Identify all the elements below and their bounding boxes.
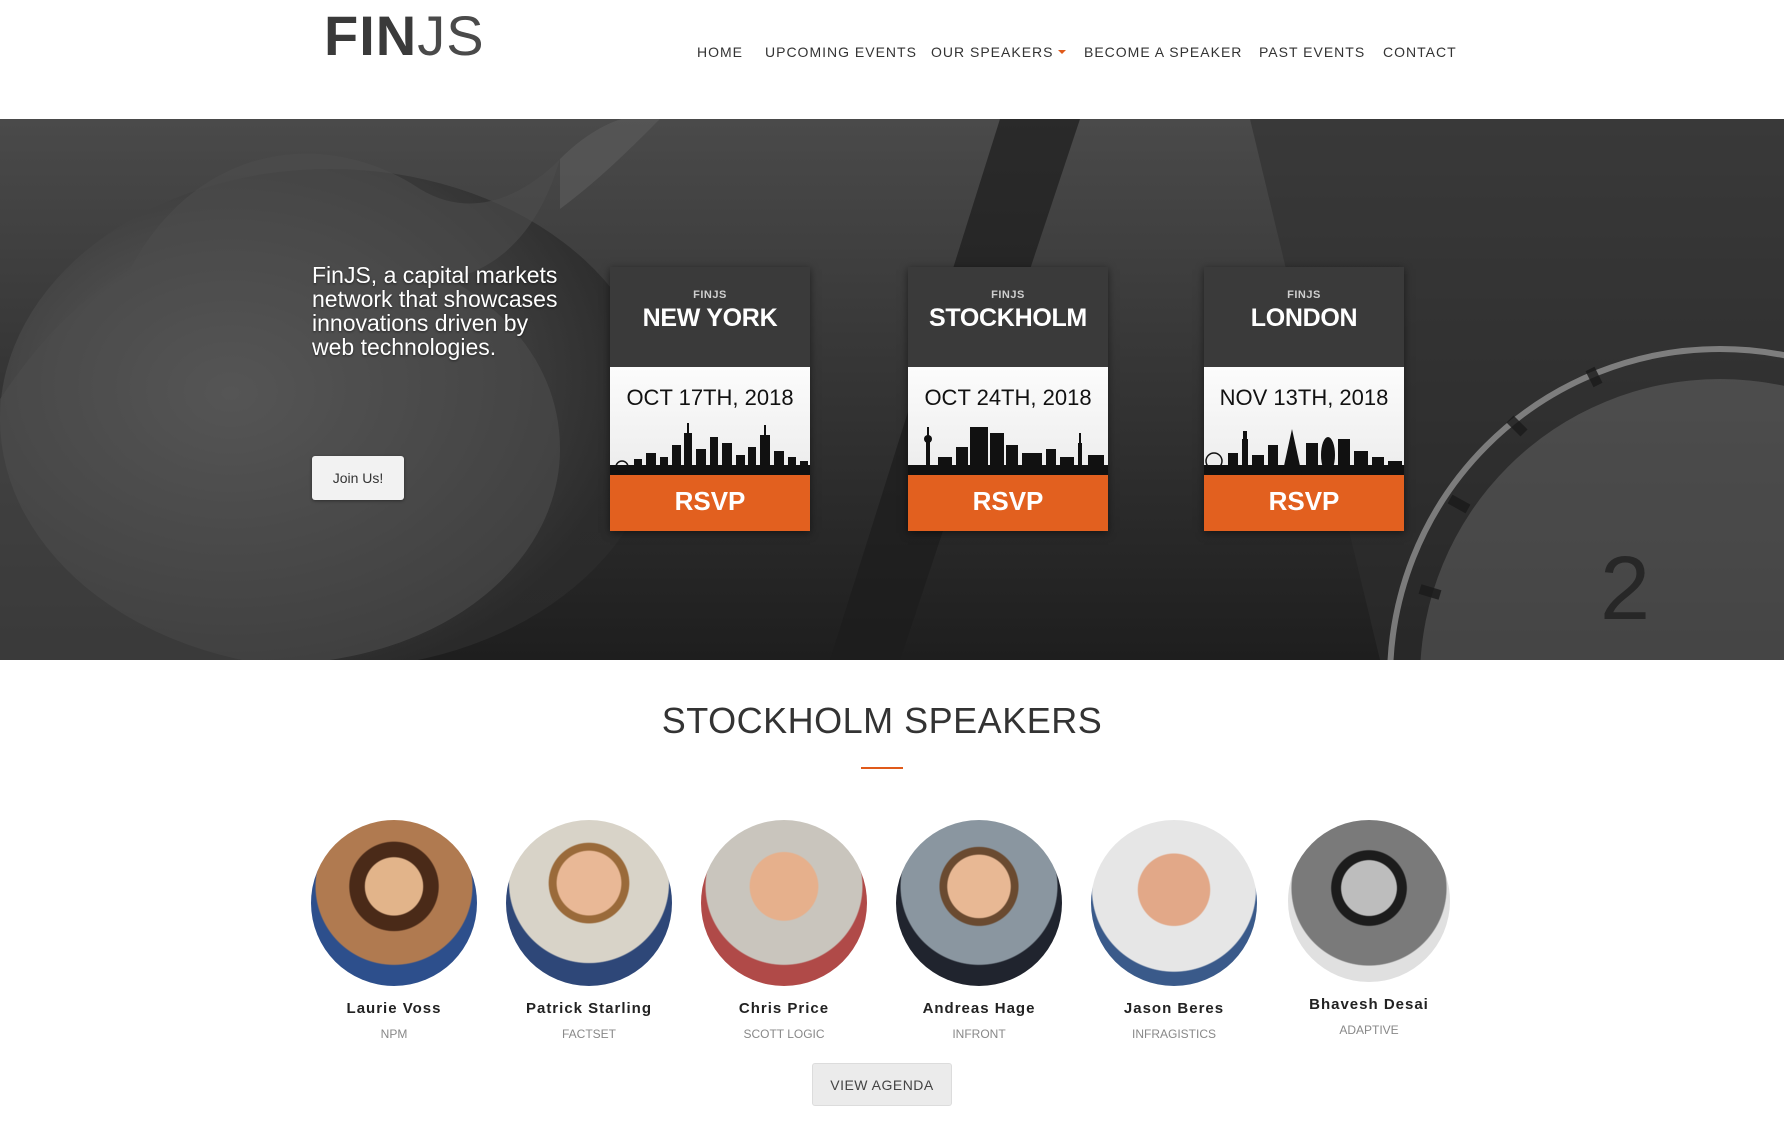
avatar [1091,820,1257,986]
london-skyline-icon [1204,429,1404,475]
nav-our-speakers-label: OUR SPEAKERS [931,44,1054,60]
speaker-name: Jason Beres [1123,1000,1225,1017]
speaker-name: Patrick Starling [525,1000,653,1017]
view-agenda-button[interactable]: VIEW AGENDA [812,1063,952,1106]
event-card-header: FINJS LONDON [1204,267,1404,367]
speaker-company: INFRAGISTICS [1131,1027,1216,1041]
section-title: STOCKHOLM SPEAKERS [661,700,1103,741]
speaker-name: Laurie Voss [346,1000,442,1017]
speaker-name: Chris Price [738,1000,830,1017]
event-brand: FINJS [693,289,727,301]
event-city: NEW YORK [642,304,778,332]
event-card-body: NOV 13TH, 2018 [1204,367,1404,475]
speaker-company: INFRONT [952,1027,1006,1041]
rsvp-button[interactable]: RSVP [610,475,810,531]
nav-home[interactable]: HOME [697,44,743,60]
event-card-body: OCT 24TH, 2018 [908,367,1108,475]
speaker-name: Andreas Hage [922,1000,1036,1017]
event-brand: FINJS [1287,289,1321,301]
speaker-company: NPM [380,1027,408,1041]
site-header: FINJS HOME UPCOMING EVENTS OUR SPEAKERS … [0,0,1784,119]
avatar [506,820,672,986]
event-card-body: OCT 17TH, 2018 [610,367,810,475]
rsvp-button[interactable]: RSVP [1204,475,1404,531]
event-date: OCT 24TH, 2018 [924,385,1092,410]
main-nav: HOME UPCOMING EVENTS OUR SPEAKERS BECOME… [0,44,1784,64]
nav-our-speakers[interactable]: OUR SPEAKERS [931,44,1067,60]
new-york-skyline-icon [610,423,810,475]
speaker-name: Bhavesh Desai [1309,996,1429,1013]
nav-past-events[interactable]: PAST EVENTS [1259,44,1365,60]
avatar [701,820,867,986]
hero-banner: 2 FinJS, a capital markets network that … [0,119,1784,660]
event-card-stockholm[interactable]: FINJS STOCKHOLM OCT 24TH, 2018 RSVP [908,267,1108,531]
svg-text:2: 2 [1600,539,1650,639]
nav-become-a-speaker[interactable]: BECOME A SPEAKER [1084,44,1242,60]
speaker-company: SCOTT LOGIC [743,1027,825,1041]
event-card-london[interactable]: FINJS LONDON NOV 13TH, 2018 RSVP [1204,267,1404,531]
join-us-button[interactable]: Join Us! [312,456,404,500]
avatar [311,820,477,986]
hero-tagline: FinJS, a capital markets network that sh… [312,262,558,360]
hero-background-image: 2 [0,119,1784,660]
event-city: STOCKHOLM [929,304,1087,332]
avatar [1288,820,1450,982]
event-date: NOV 13TH, 2018 [1219,385,1389,410]
speaker-company: FACTSET [561,1027,616,1041]
event-date: OCT 17TH, 2018 [626,385,794,410]
dropdown-caret-icon [1058,50,1067,55]
event-card-header: FINJS NEW YORK [610,267,810,367]
stockholm-skyline-icon [908,427,1108,475]
rsvp-button[interactable]: RSVP [908,475,1108,531]
nav-contact[interactable]: CONTACT [1383,44,1457,60]
title-divider [861,767,903,769]
nav-upcoming-events[interactable]: UPCOMING EVENTS [765,44,917,60]
event-city: LONDON [1250,304,1358,332]
event-card-header: FINJS STOCKHOLM [908,267,1108,367]
event-brand: FINJS [991,289,1025,301]
event-card-new-york[interactable]: FINJS NEW YORK OCT 17TH, 2018 RSVP [610,267,810,531]
speaker-company: ADAPTIVE [1339,1023,1399,1037]
avatar [896,820,1062,986]
